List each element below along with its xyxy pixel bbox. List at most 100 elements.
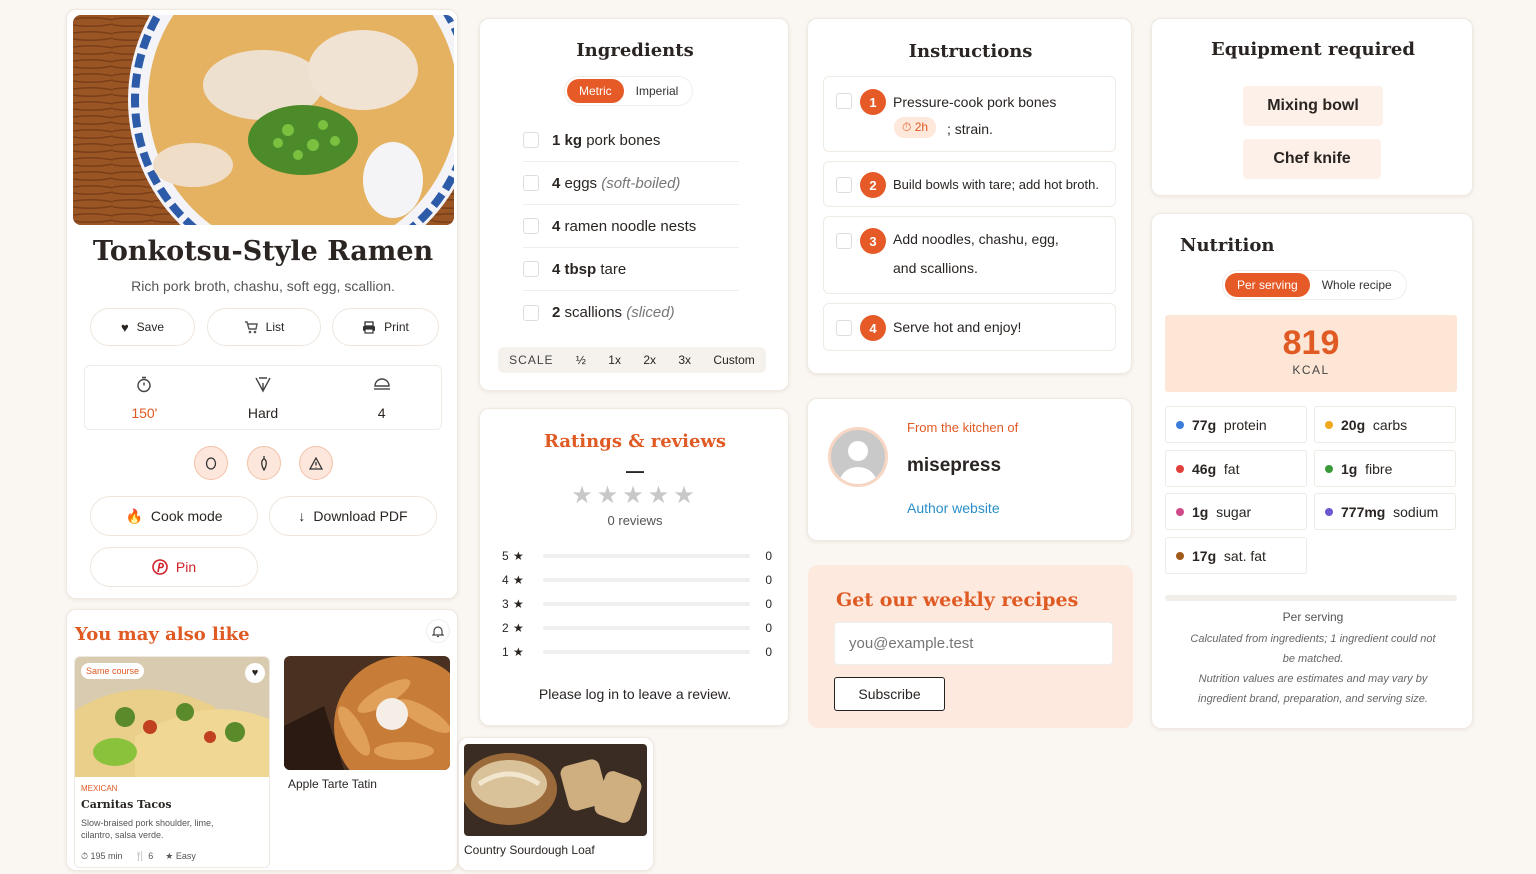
macro-value: 77g (1192, 416, 1217, 433)
star-icon[interactable]: ★ (597, 482, 623, 509)
rating-bar (543, 554, 750, 558)
card-meta: ⏱ 195 min 🍴 6 ★ Easy (81, 851, 196, 862)
tarte-tatin-image (284, 656, 450, 770)
scale-custom[interactable]: Custom (713, 353, 754, 367)
macro-fat: 46g fat (1165, 450, 1307, 487)
list-label: List (265, 320, 285, 334)
print-button[interactable]: Print (332, 308, 439, 346)
macro-dot (1176, 551, 1184, 560)
macro-label: sat. fat (1223, 547, 1266, 564)
bell-icon (432, 625, 444, 637)
heart-icon: ♥ (120, 319, 129, 335)
step-text: Pressure-cook pork bones (893, 94, 1057, 110)
review-count: 0 reviews (607, 513, 663, 528)
related-card-tarte-tatin[interactable]: Apple Tarte Tatin (284, 656, 450, 796)
ingredient-name: scallions (564, 304, 623, 321)
nutrition-note-4: ingredient brand, preparation, and servi… (1198, 693, 1428, 705)
star-icon[interactable]: ★ (571, 482, 597, 509)
macro-label: carbs (1372, 416, 1408, 433)
step-checkbox[interactable] (836, 320, 852, 336)
step-number: 1 (860, 89, 886, 115)
login-to-review[interactable]: Please log in to leave a review. (480, 686, 790, 702)
scale-half[interactable]: ½ (576, 353, 586, 367)
download-pdf-button[interactable]: ↓ Download PDF (269, 496, 437, 536)
ingredient-qty: 1 kg (552, 131, 583, 149)
macro-value: 777mg (1341, 503, 1386, 520)
star-icon: ★ (513, 573, 524, 587)
ingredient-checkbox[interactable] (523, 218, 539, 234)
macro-dot (1325, 464, 1333, 473)
related-card-sourdough[interactable]: Country Sourdough Loaf (458, 737, 654, 871)
star-icon[interactable]: ★ (622, 482, 648, 509)
ingredient-note: (sliced) (626, 304, 675, 321)
step-text: Build bowls with tare; add hot broth. (893, 177, 1099, 192)
step-number: 4 (860, 315, 886, 341)
ingredient-row: 4 eggs (soft-boiled) (523, 162, 739, 205)
ingredient-checkbox[interactable] (523, 304, 539, 321)
macro-label: fat (1223, 460, 1240, 477)
macro-sodium: 777mg sodium (1314, 493, 1456, 530)
ratings-card: Ratings & reviews — ★★★★★ 0 reviews 5 ★ 0 … (479, 408, 789, 726)
ingredient-checkbox[interactable] (523, 261, 539, 277)
difficulty-icon (255, 377, 271, 393)
scale-3x[interactable]: 3x (678, 353, 691, 367)
flame-icon: 🔥 (125, 507, 143, 524)
timer-icon (137, 376, 152, 393)
nutrition-card: Nutrition Per serving Whole recipe 819 K… (1151, 213, 1473, 729)
scale-1x[interactable]: 1x (608, 353, 621, 367)
rating-row-count: 0 (765, 621, 772, 635)
level-meta: ★ Easy (165, 851, 196, 861)
instructions-card: Instructions 1 Pressure-cook pork bones … (807, 18, 1132, 374)
shopping-list-button[interactable]: List (207, 308, 321, 346)
ratings-title: Ratings & reviews (543, 431, 727, 452)
save-button[interactable]: ♥ Save (90, 308, 195, 346)
imperial-toggle[interactable]: Imperial (624, 79, 691, 103)
step-text-line2: and scallions. (893, 260, 978, 276)
ingredient-checkbox[interactable] (523, 132, 539, 148)
rating-stars[interactable]: ★★★★★ (480, 481, 790, 510)
print-label: Print (384, 320, 409, 334)
star-icon: ★ (513, 645, 524, 659)
step-timer-button[interactable]: ⏱ 2h (894, 117, 937, 138)
cook-mode-button[interactable]: 🔥 Cook mode (90, 496, 258, 536)
step-checkbox[interactable] (836, 93, 852, 109)
card-desc-2: cilantro, salsa verde. (81, 830, 164, 840)
printer-icon (363, 320, 376, 334)
card-title: Carnitas Tacos (81, 798, 172, 811)
ingredient-checkbox[interactable] (523, 175, 539, 191)
instructions-title: Instructions (908, 41, 1033, 62)
star-icon[interactable]: ★ (648, 482, 674, 509)
star-icon[interactable]: ★ (673, 482, 699, 509)
stat-time-value: 150' (131, 405, 158, 421)
rating-row-star: 3 (502, 597, 509, 611)
rating-row: 4 ★ 0 (502, 568, 772, 592)
notify-bell-button[interactable] (426, 619, 450, 643)
ingredient-qty: 2 (552, 304, 561, 321)
related-title: You may also like (75, 624, 250, 645)
author-from: From the kitchen of (907, 420, 1019, 435)
pin-button[interactable]: Pin (90, 547, 258, 587)
subscribe-button[interactable]: Subscribe (834, 677, 945, 711)
favorite-button[interactable]: ♥ (245, 663, 265, 683)
step-checkbox[interactable] (836, 233, 852, 249)
step-checkbox[interactable] (836, 177, 852, 193)
whole-recipe-toggle[interactable]: Whole recipe (1310, 273, 1404, 297)
cart-icon (244, 320, 258, 333)
recipe-stats: 150' Hard 4 (84, 365, 442, 430)
related-card-carnitas[interactable]: Same course ♥ MEXICAN Carnitas Tacos Slo… (74, 656, 270, 868)
kcal-box: 819 KCAL (1165, 315, 1457, 392)
nutrition-note-3: Nutrition values are estimates and may v… (1198, 673, 1428, 685)
metric-toggle[interactable]: Metric (567, 79, 624, 103)
scale-2x[interactable]: 2x (643, 353, 656, 367)
category-label: MEXICAN (81, 784, 118, 793)
per-serving-toggle[interactable]: Per serving (1225, 273, 1310, 297)
rating-bar (543, 626, 750, 630)
equipment-item: Chef knife (1243, 139, 1381, 179)
macro-value: 46g (1192, 460, 1217, 477)
rating-row-count: 0 (765, 549, 772, 563)
newsletter-email-input[interactable] (834, 622, 1113, 665)
author-website-link[interactable]: Author website (907, 500, 1000, 516)
kcal-label: KCAL (1292, 363, 1330, 377)
macro-label: sugar (1216, 503, 1252, 520)
ingredient-text: 2 scallions (sliced) (552, 304, 675, 321)
